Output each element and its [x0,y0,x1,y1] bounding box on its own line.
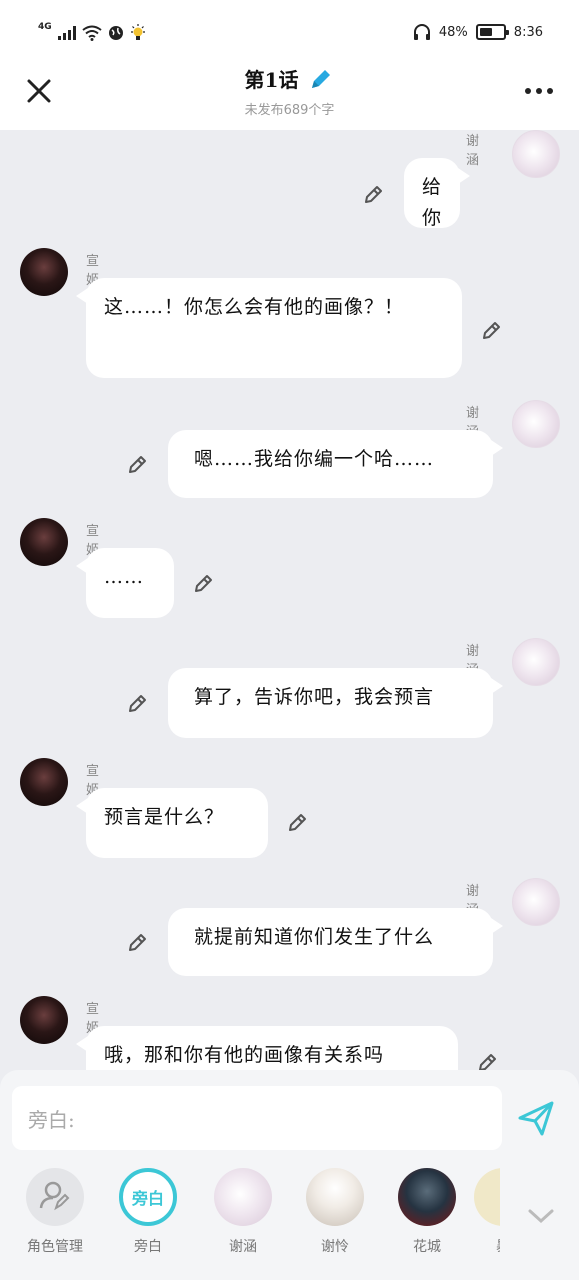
edit-message-icon[interactable] [286,810,310,834]
page-title: 第1话 [244,68,299,92]
role-label: 花城 [413,1239,441,1255]
message-bubble[interactable]: 哦，那和你有他的画像有关系吗 [76,1026,458,1070]
role-xielian-button[interactable]: 谢怜 [300,1168,370,1256]
globe-icon [108,26,123,40]
role-xiehan-button[interactable]: 谢涵 [208,1168,278,1256]
more-options-icon[interactable] [525,88,553,94]
avatar[interactable] [512,878,560,926]
composer-panel: 旁白: 角色管理 旁白 旁白 谢涵 谢怜 花城 [0,1070,579,1280]
avatar[interactable] [20,758,68,806]
clock: 8:36 [513,24,543,40]
edit-message-icon[interactable] [126,691,150,715]
role-manage-button[interactable]: 角色管理 [20,1168,90,1256]
role-label: 暴 [468,1236,500,1256]
title-block: 第1话 未发布689个字 [0,64,579,118]
role-selector: 角色管理 旁白 旁白 谢涵 谢怜 花城 暴 [0,1168,500,1268]
headphones-icon [413,24,430,40]
edit-message-icon[interactable] [362,182,386,206]
avatar[interactable] [512,400,560,448]
edit-message-icon[interactable] [476,1050,500,1070]
aside-icon-text: 旁白 [131,1189,164,1208]
role-huacheng-button[interactable]: 花城 [392,1168,462,1256]
role-label: 角色管理 [27,1239,83,1255]
message-bubble[interactable]: …… [76,548,174,618]
role-partial-button[interactable]: 暴 [468,1168,500,1256]
avatar [306,1168,364,1226]
battery-icon [475,24,509,40]
role-label: 旁白 [134,1239,162,1255]
send-icon[interactable] [516,1098,556,1138]
lightbulb-icon [130,24,145,40]
role-label: 谢怜 [321,1239,349,1255]
wifi-icon [82,25,102,41]
avatar [398,1168,456,1226]
avatar[interactable] [20,518,68,566]
message-bubble[interactable]: 这……！你怎么会有他的画像？！ [76,278,462,378]
speaker-name: 谢涵 [466,134,480,168]
message-input[interactable]: 旁白: [12,1086,502,1150]
edit-message-icon[interactable] [480,318,504,342]
pencil-icon[interactable] [308,66,334,92]
avatar [474,1168,500,1226]
avatar[interactable] [20,996,68,1044]
avatar [214,1168,272,1226]
top-bar: 第1话 未发布689个字 [0,60,579,130]
status-left: 4G [38,22,146,42]
role-label: 谢涵 [229,1239,257,1255]
chevron-down-icon[interactable] [526,1206,556,1226]
message-bubble[interactable]: 就提前知道你们发生了什么 [168,908,503,976]
edit-message-icon[interactable] [126,452,150,476]
message-bubble[interactable]: 给你 [404,158,471,229]
avatar[interactable] [20,248,68,296]
avatar[interactable] [512,130,560,178]
message-bubble[interactable]: 预言是什么？ [76,788,268,858]
signal-icon [57,26,76,40]
battery-percent: 48% [438,24,468,40]
status-bar: 4G 48% 8:36 [0,0,579,60]
message-bubble[interactable]: 嗯……我给你编一个哈…… [168,430,503,498]
avatar[interactable] [512,638,560,686]
user-edit-icon [39,1181,70,1211]
role-aside-button[interactable]: 旁白 旁白 [113,1168,183,1256]
status-right: 48% 8:36 [413,24,543,40]
edit-message-icon[interactable] [126,930,150,954]
chat-area[interactable]: 谢涵 给你 宣姬 这……！你怎么会有他的画像？！ 谢涵 嗯……我给你编一个哈……… [0,130,579,1070]
network-type: 4G [38,22,52,32]
word-count: 未发布689个字 [244,103,335,118]
message-bubble[interactable]: 算了，告诉你吧，我会预言 [168,668,503,738]
edit-message-icon[interactable] [192,571,216,595]
